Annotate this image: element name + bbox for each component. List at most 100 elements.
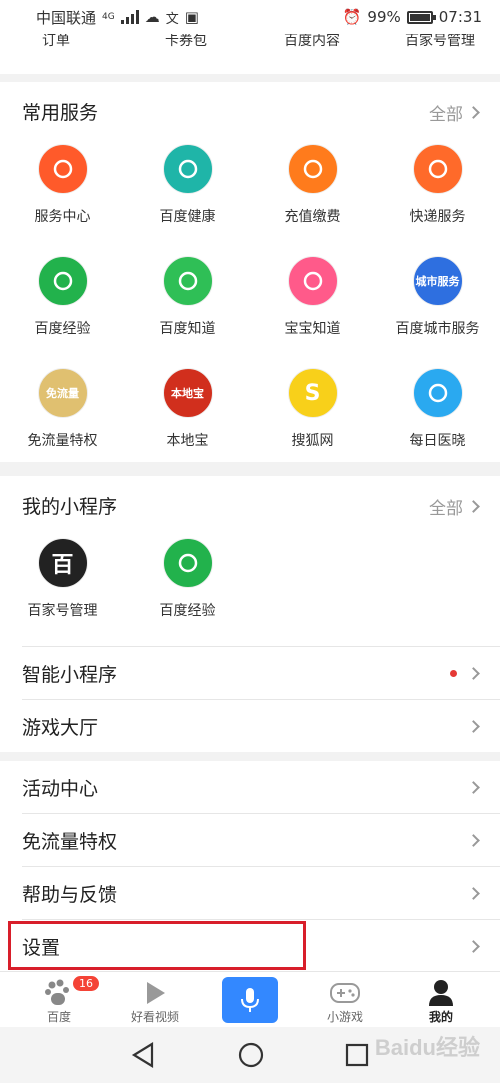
service-label: 免流量特权: [27, 433, 98, 449]
tab-label: 小游戏: [326, 1010, 363, 1024]
service-label: 搜狐网: [291, 433, 334, 449]
back-icon[interactable]: [130, 1041, 156, 1069]
service-label: 百度经验: [159, 603, 216, 619]
service-item[interactable]: 宝宝知道: [250, 256, 375, 338]
city-service-icon: 城市服务: [412, 256, 463, 306]
row-label: 智能小程序: [22, 663, 118, 686]
service-item[interactable]: S 搜狐网: [250, 368, 375, 450]
tab-label: 百度: [46, 1010, 71, 1024]
settings-row[interactable]: 设置: [0, 920, 500, 972]
view-all-label: 全部: [429, 105, 463, 125]
service-item[interactable]: 百度健康: [125, 144, 250, 226]
tab-games[interactable]: 小游戏: [295, 972, 395, 1028]
service-label: 宝宝知道: [284, 321, 341, 337]
chevron-right-icon: [467, 939, 480, 953]
service-label: 服务中心: [34, 209, 91, 225]
service-item[interactable]: 服务中心: [0, 144, 125, 226]
health-icon: [162, 144, 213, 194]
battery-percent: 99%: [367, 8, 401, 26]
service-center-icon: [37, 144, 88, 194]
clock: 07:31: [438, 8, 482, 26]
tab-baidu[interactable]: 百度 16: [9, 972, 109, 1028]
view-all-mini-programs[interactable]: 全部: [429, 494, 480, 519]
service-label: 百家号管理: [27, 603, 98, 619]
microphone-icon: [241, 988, 259, 1012]
translate-icon: 文: [165, 11, 179, 27]
baijiahao-icon: 百: [37, 538, 88, 588]
smart-mini-program-row[interactable]: 智能小程序: [0, 647, 500, 699]
service-label: 百度知道: [159, 321, 216, 337]
sohu-icon: S: [287, 368, 338, 418]
alarm-icon: ⏰: [342, 8, 362, 26]
service-item[interactable]: 百度经验: [0, 256, 125, 338]
service-label: 本地宝: [166, 433, 209, 449]
my-mini-programs-card: 我的小程序 全部 百百家号管理 百度经验: [0, 476, 500, 646]
row-label: 设置: [22, 936, 61, 959]
tab-video[interactable]: 好看视频: [105, 972, 205, 1028]
play-icon: [105, 978, 205, 1008]
coupons-link[interactable]: 卡券包: [136, 34, 236, 50]
service-label: 百度经验: [34, 321, 91, 337]
view-all-label: 全部: [429, 499, 463, 519]
activity-center-row[interactable]: 活动中心: [0, 761, 500, 813]
chevron-right-icon: [467, 666, 480, 680]
chevron-right-icon: [467, 833, 480, 847]
cloud-icon: ☁: [144, 8, 160, 26]
express-icon: [412, 144, 463, 194]
section-title: 我的小程序: [22, 496, 118, 518]
orders-link[interactable]: 订单: [6, 34, 106, 50]
medical-icon: [412, 368, 463, 418]
notification-badge: 16: [73, 976, 99, 991]
top-shortcuts-row: 订单 卡券包 百度内容 百家号管理: [0, 34, 500, 74]
service-item[interactable]: 充值缴费: [250, 144, 375, 226]
signal-icon: [120, 10, 139, 24]
service-item[interactable]: 百度经验: [125, 538, 250, 620]
content-link[interactable]: 百度内容: [262, 34, 362, 50]
service-item[interactable]: 快递服务: [375, 144, 500, 226]
chevron-right-icon: [467, 719, 480, 733]
tab-label: 我的: [428, 1010, 453, 1024]
service-item[interactable]: 百度知道: [125, 256, 250, 338]
chevron-right-icon: [467, 886, 480, 900]
battery-icon: [406, 10, 436, 24]
home-icon[interactable]: [237, 1041, 265, 1069]
view-all-services[interactable]: 全部: [429, 100, 480, 125]
help-feedback-row[interactable]: 帮助与反馈: [0, 867, 500, 919]
bottom-tab-bar: 百度 16 好看视频 小游戏 我的: [0, 971, 500, 1027]
bendibao-icon: 本地宝: [162, 368, 213, 418]
baby-icon: [287, 256, 338, 306]
common-services-card: 常用服务 全部 服务中心 百度健康 充值缴费 快递服务 百度经验 百度知道 宝宝知道 城市服务…: [0, 82, 500, 462]
baidu-watermark: Baidu经验: [374, 1035, 480, 1060]
status-bar: 中国联通 4G ☁ 文 ▣ ⏰ 99% 07:31: [0, 0, 500, 34]
recharge-icon: [287, 144, 338, 194]
new-dot: [450, 669, 457, 677]
game-hall-row[interactable]: 游戏大厅: [0, 700, 500, 752]
free-traffic-icon: 免流量: [37, 368, 88, 418]
service-label: 快递服务: [409, 209, 466, 225]
tab-mine[interactable]: 我的: [391, 972, 491, 1028]
service-item[interactable]: 城市服务 百度城市服务: [375, 256, 500, 338]
chevron-right-icon: [467, 500, 480, 513]
row-label: 活动中心: [22, 777, 99, 800]
question-icon: [162, 256, 213, 306]
network-type: 4G: [102, 12, 115, 22]
menu-group-1: 智能小程序 游戏大厅: [0, 646, 500, 752]
recent-apps-icon[interactable]: [344, 1041, 370, 1069]
baijiahao-link[interactable]: 百家号管理: [390, 34, 490, 50]
voice-search-button[interactable]: [222, 977, 278, 1023]
row-label: 游戏大厅: [22, 716, 99, 739]
user-profile-icon: [391, 978, 491, 1008]
service-item[interactable]: 免流量 免流量特权: [0, 368, 125, 450]
experience-bulb-icon: [162, 538, 213, 588]
gamepad-icon: [295, 978, 395, 1008]
carrier-label: 中国联通: [36, 8, 97, 27]
experience-bulb-icon: [37, 256, 88, 306]
row-label: 帮助与反馈: [22, 883, 118, 906]
free-traffic-row[interactable]: 免流量特权: [0, 814, 500, 866]
service-item[interactable]: 百百家号管理: [0, 538, 125, 620]
chevron-right-icon: [467, 106, 480, 119]
service-item[interactable]: 每日医晓: [375, 368, 500, 450]
service-label: 充值缴费: [284, 209, 341, 225]
briefcase-icon: ▣: [184, 8, 199, 26]
service-item[interactable]: 本地宝 本地宝: [125, 368, 250, 450]
